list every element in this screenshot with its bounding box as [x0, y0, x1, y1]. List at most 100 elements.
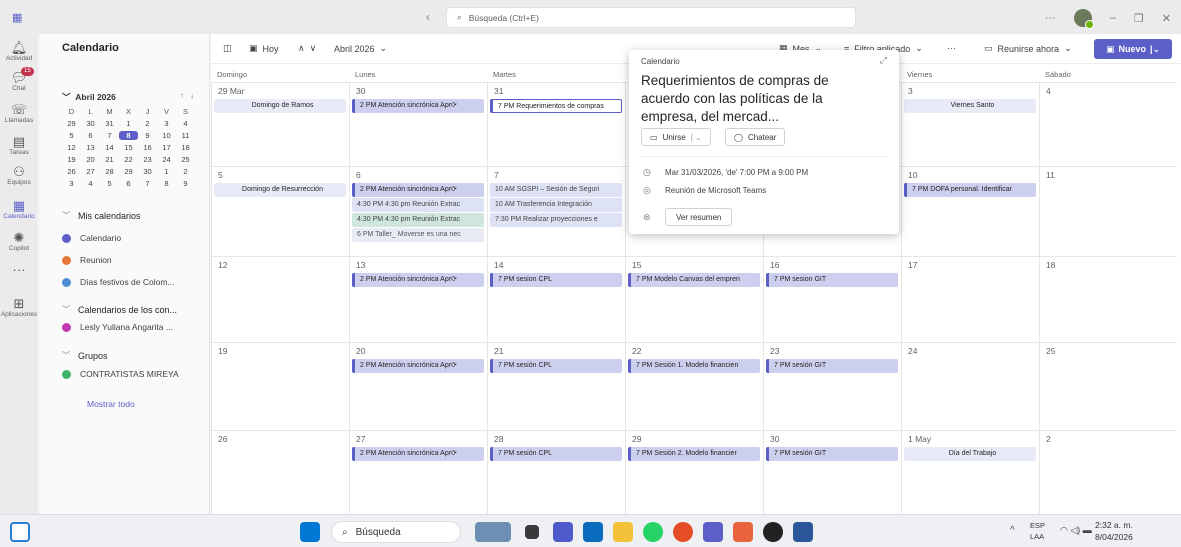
- calendar-list-item[interactable]: Calendario: [62, 233, 121, 243]
- calendar-event[interactable]: 7 PM sesión GIT: [766, 447, 898, 461]
- calendar-list-item[interactable]: Reunion: [62, 255, 112, 265]
- prev-next-arrows[interactable]: ∧ ∨: [298, 43, 316, 54]
- mini-day[interactable]: 18: [176, 143, 195, 152]
- office-icon[interactable]: [733, 522, 753, 542]
- more-button[interactable]: ···: [947, 43, 956, 53]
- mini-day[interactable]: 26: [62, 167, 81, 176]
- mini-day[interactable]: 23: [138, 155, 157, 164]
- tray-chevron-icon[interactable]: ^: [1010, 525, 1015, 536]
- join-button[interactable]: ▭ Unirse | ⌄: [641, 128, 711, 146]
- chatgpt-icon[interactable]: [763, 522, 783, 542]
- mini-day[interactable]: 1: [157, 167, 176, 176]
- day-cell[interactable]: 2: [1039, 430, 1177, 514]
- calendar-event[interactable]: 10 AM Trasferencia Integración: [490, 198, 622, 212]
- mini-day[interactable]: 22: [119, 155, 138, 164]
- day-cell[interactable]: 31 7 PM Requerimientos de compras: [487, 82, 625, 166]
- mini-day[interactable]: 28: [100, 167, 119, 176]
- day-cell[interactable]: 4: [1039, 82, 1177, 166]
- day-cell[interactable]: 11: [1039, 166, 1177, 256]
- mini-day[interactable]: 29: [119, 167, 138, 176]
- rail-item-actividad[interactable]: 🔔︎ Actividad: [0, 40, 38, 62]
- taskbar-search[interactable]: ⌕ Búsqueda: [331, 521, 461, 543]
- day-cell[interactable]: 10 7 PM DOFA personal. Identificar: [901, 166, 1039, 256]
- calendar-event[interactable]: 7 PM Sesión 1. Modelo financien: [628, 359, 760, 373]
- meet-now-button[interactable]: ▭ Reunirse ahora ⌄: [984, 43, 1072, 54]
- calendar-event[interactable]: 10 AM SGSPI – Sesión de Seguri: [490, 183, 622, 197]
- mini-day[interactable]: 12: [62, 143, 81, 152]
- chrome-icon[interactable]: [673, 522, 693, 542]
- mini-day[interactable]: 21: [100, 155, 119, 164]
- day-cell[interactable]: 23 7 PM sesión GIT: [763, 342, 901, 430]
- whatsapp-icon[interactable]: [643, 522, 663, 542]
- calendar-list-item[interactable]: Días festivos de Colom...: [62, 277, 174, 287]
- day-cell[interactable]: 5 Domingo de Resurrección: [211, 166, 349, 256]
- day-cell[interactable]: 62 PM Atención sincrónica Apr⟳ 4:30 PM 4:…: [349, 166, 487, 256]
- mini-day[interactable]: 17: [157, 143, 176, 152]
- calendar-event[interactable]: 7 PM Modelo Canvas del empren: [628, 273, 760, 287]
- day-cell[interactable]: 16 7 PM sesion GIT: [763, 256, 901, 342]
- mini-day[interactable]: 8: [119, 131, 138, 140]
- calendar-event[interactable]: 7 PM sesion CPL: [490, 273, 622, 287]
- day-cell[interactable]: 22 7 PM Sesión 1. Modelo financien: [625, 342, 763, 430]
- calendar-event[interactable]: Viernes Santo: [904, 99, 1036, 113]
- calendar-event[interactable]: 2 PM Atención sincrónica Apr⟳: [352, 99, 484, 113]
- day-cell[interactable]: 18: [1039, 256, 1177, 342]
- today-button[interactable]: ▣ Hoy: [249, 43, 279, 54]
- my-calendars-header[interactable]: ﹀ Mis calendarios: [62, 210, 141, 221]
- rail-item-llamadas[interactable]: ☏ Llamadas: [0, 102, 38, 124]
- mini-day[interactable]: 6: [81, 131, 100, 140]
- mini-day[interactable]: 8: [157, 179, 176, 188]
- mini-day[interactable]: 25: [176, 155, 195, 164]
- mini-day[interactable]: 15: [119, 143, 138, 152]
- mini-day[interactable]: 2: [176, 167, 195, 176]
- mini-day[interactable]: 30: [81, 119, 100, 128]
- day-cell[interactable]: 28 7 PM sesión CPL: [487, 430, 625, 514]
- mini-day[interactable]: 9: [176, 179, 195, 188]
- weather-icon[interactable]: [475, 522, 511, 542]
- mini-day[interactable]: 9: [138, 131, 157, 140]
- mini-day[interactable]: 5: [100, 179, 119, 188]
- mini-day[interactable]: 11: [176, 131, 195, 140]
- calendar-event[interactable]: 7 PM Requerimientos de compras: [490, 99, 622, 113]
- calendar-event[interactable]: 7 PM DOFA personal. Identificar: [904, 183, 1036, 197]
- mini-day[interactable]: 27: [81, 167, 100, 176]
- day-cell[interactable]: 21 7 PM sesión CPL: [487, 342, 625, 430]
- minimize-icon[interactable]: –: [1110, 12, 1116, 24]
- calendar-event[interactable]: 6 PM Taller_ Moverse es una nec: [352, 228, 484, 242]
- avatar[interactable]: [1073, 9, 1094, 29]
- rail-item-copilot[interactable]: ✺ Copilot: [0, 230, 38, 252]
- shared-calendars-header[interactable]: ﹀ Calendarios de los con...: [62, 304, 177, 315]
- rail-item-calendario[interactable]: ▦ Calendario: [0, 198, 38, 220]
- teams-app-icon[interactable]: [703, 522, 723, 542]
- calendar-event[interactable]: 7 PM sesion GIT: [766, 273, 898, 287]
- widgets-icon[interactable]: [10, 522, 30, 542]
- day-cell[interactable]: 29 7 PM Sesión 2. Modelo financier: [625, 430, 763, 514]
- month-picker[interactable]: Abril 2026 ⌄: [334, 43, 387, 54]
- mini-day[interactable]: 19: [62, 155, 81, 164]
- mini-day[interactable]: 7: [138, 179, 157, 188]
- calendar-event[interactable]: 7 PM Sesión 2. Modelo financier: [628, 447, 760, 461]
- mini-day[interactable]: 4: [176, 119, 195, 128]
- mini-day[interactable]: 5: [62, 131, 81, 140]
- rail-item-tareas[interactable]: ▤ Tareas: [0, 134, 38, 156]
- day-cell[interactable]: 12: [211, 256, 349, 342]
- mini-day[interactable]: 10: [157, 131, 176, 140]
- new-event-button[interactable]: ▣ Nuevo |⌄: [1094, 39, 1172, 59]
- calendar-event[interactable]: 2 PM Atención sincrónica Apr⟳: [352, 183, 484, 197]
- day-cell[interactable]: 13 2 PM Atención sincrónica Apr⟳: [349, 256, 487, 342]
- calendar-event[interactable]: 7 PM sesión CPL: [490, 359, 622, 373]
- restore-icon[interactable]: ❐: [1134, 12, 1144, 25]
- day-cell[interactable]: 30 7 PM sesión GIT: [763, 430, 901, 514]
- mini-day[interactable]: 16: [138, 143, 157, 152]
- calendar-list-item[interactable]: Lesly Yuliana Angarita ...: [62, 322, 173, 332]
- groups-header[interactable]: ﹀ Grupos: [62, 350, 108, 361]
- day-cell[interactable]: 19: [211, 342, 349, 430]
- show-all-link[interactable]: Mostrar todo: [87, 399, 135, 409]
- rail-item-aplicaciones[interactable]: ⊞ Aplicaciones: [0, 296, 38, 318]
- day-cell[interactable]: 14 7 PM sesion CPL: [487, 256, 625, 342]
- day-cell[interactable]: 20 2 PM Atención sincrónica Apr⟳: [349, 342, 487, 430]
- calendar-event[interactable]: Domingo de Resurrección: [214, 183, 346, 197]
- expand-icon[interactable]: ⤢: [880, 55, 887, 66]
- folder-icon[interactable]: [613, 522, 633, 542]
- calendar-event[interactable]: 7:30 PM Realizar proyecciones e: [490, 213, 622, 227]
